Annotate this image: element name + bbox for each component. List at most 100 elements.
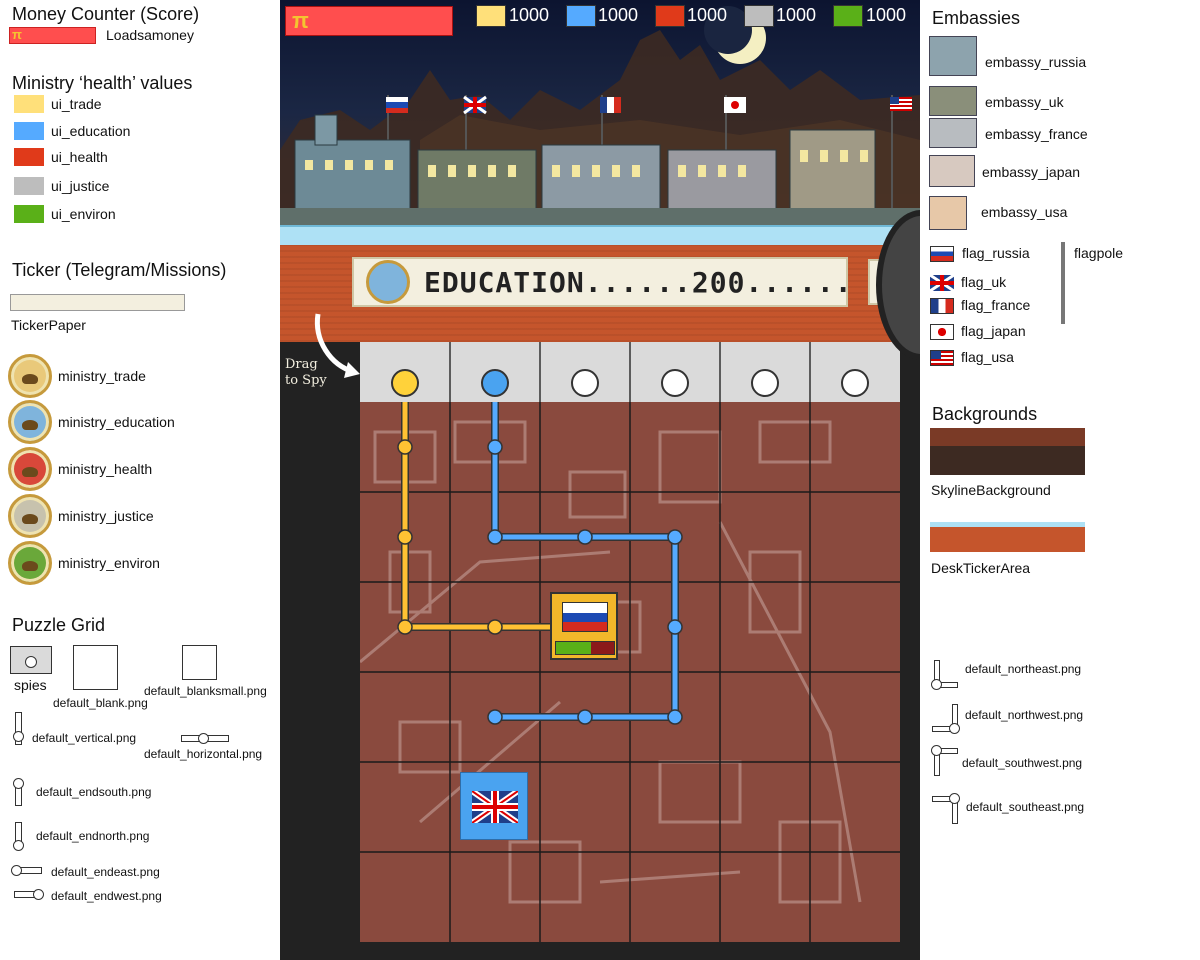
horizontal-node-icon [198,733,209,744]
flag-japan-icon [930,324,954,340]
hud-justice-bar [744,5,774,27]
ticker-paper: EDUCATION......200...... [352,257,852,307]
southeast-node-icon [949,793,960,804]
northwest-label: default_northwest.png [965,708,1084,722]
hud-environ-bar [833,5,863,27]
ui-environ-label: ui_environ [51,206,116,222]
embassy-france-label: embassy_france [985,126,1088,142]
embassy-russia-icon [929,36,977,76]
russia-embassy-tile[interactable] [550,592,618,660]
ministry-education-icon [8,400,52,444]
flag-usa-icon [930,350,954,366]
ministry-trade-icon [8,354,52,398]
puzzle-grid [360,342,900,942]
ui-health-swatch [14,148,44,166]
embassy-france-icon [929,118,977,148]
flagpole-label: flagpole [1074,245,1124,261]
desk-label: DeskTickerArea [931,560,1031,576]
embassy-japan-label: embassy_japan [982,164,1081,180]
ticker-text: EDUCATION......200...... [424,265,853,299]
ui-trade-swatch [14,95,44,113]
endnorth-node-icon [13,840,24,851]
endsouth-label: default_endsouth.png [36,785,152,799]
vertical-label: default_vertical.png [32,731,137,745]
spy-slot-education[interactable] [481,369,509,397]
ministry-health-label: ministry_health [58,461,153,477]
map-board [360,402,900,942]
ministry-health-title: Ministry ‘health’ values [12,73,193,93]
water-strip [280,225,920,245]
blanksmall-label: default_blanksmall.png [144,684,267,698]
ui-education-label: ui_education [51,123,131,139]
drag-hint-line2: to Spy [285,373,327,388]
ui-justice-label: ui_justice [51,178,110,194]
endsouth-node-icon [13,778,24,789]
hud-trade-bar [476,5,506,27]
blanksmall-tile [182,645,217,680]
embassy-russia-label: embassy_russia [985,54,1087,70]
puzzle-grid-title: Puzzle Grid [12,615,106,635]
uk-embassy-tile[interactable] [460,772,528,840]
hud-pi-icon: π [292,8,309,33]
skyline-thumbnail [930,428,1085,475]
flag-russia-label: flag_russia [962,245,1030,261]
southwest-label: default_southwest.png [962,756,1083,770]
spy-slot-3[interactable] [571,369,599,397]
ministry-education-label: ministry_education [58,414,175,430]
southeast-label: default_southeast.png [966,800,1085,814]
spy-slot-trade[interactable] [391,369,419,397]
hud-education-value: 1000 [598,5,639,25]
embassy-usa-label: embassy_usa [981,204,1068,220]
ministry-trade-label: ministry_trade [58,368,146,384]
skyline-background: π 1000 1000 1000 1000 1000 [280,0,920,225]
hud-trade-value: 1000 [509,5,550,25]
spy-slot-5[interactable] [751,369,779,397]
embassies-title: Embassies [932,8,1021,28]
ministry-justice-label: ministry_justice [58,508,154,524]
ticker-paper-sample [10,294,185,311]
money-counter-label: Loadsamoney [106,27,194,43]
drag-hint: Drag to Spy [285,357,327,389]
spy-slot-4[interactable] [661,369,689,397]
russia-health-bar [555,641,615,655]
ui-health-label: ui_health [51,149,108,165]
hud-health-value: 1000 [687,5,728,25]
blank-label: default_blank.png [53,696,148,710]
spy-slots [449,342,811,402]
russia-flag-icon [562,602,608,632]
flagpole-icon [1061,242,1065,324]
hud-environ-value: 1000 [866,5,907,25]
endnorth-label: default_endnorth.png [36,829,150,843]
desk-ticker-area: EDUCATION......200...... [280,245,920,342]
endeast-label: default_endeast.png [51,865,160,879]
northwest-node-icon [949,723,960,734]
pi-icon: π [12,27,22,42]
northeast-node-icon [931,679,942,690]
embassy-uk-label: embassy_uk [985,94,1064,110]
ministry-justice-icon [8,494,52,538]
spies-label: spies [14,677,47,693]
ui-environ-swatch [14,205,44,223]
horizontal-label: default_horizontal.png [144,747,263,761]
russia-health-fill [556,642,591,654]
northeast-label: default_northeast.png [965,662,1082,676]
spy-slot-6[interactable] [841,369,869,397]
ui-trade-label: ui_trade [51,96,102,112]
skyline-label: SkylineBackground [931,482,1051,498]
hud-education-bar [566,5,596,27]
flag-usa-label: flag_usa [961,349,1014,365]
endeast-node-icon [11,865,22,876]
backgrounds-title: Backgrounds [932,404,1038,424]
southwest-node-icon [931,745,942,756]
flag-france-icon [930,298,954,314]
ticker-title: Ticker (Telegram/Missions) [12,260,227,280]
flag-france-label: flag_france [961,297,1031,313]
uk-flag-icon [472,791,518,823]
ministry-environ-label: ministry_environ [58,555,160,571]
embassy-usa-icon [929,196,967,230]
ticker-ministry-education-icon [366,260,410,304]
spy-slots-row [360,342,900,402]
hud-money-bar: π [285,6,453,36]
money-counter-bar: π [9,27,96,44]
flag-russia-icon [930,246,954,262]
